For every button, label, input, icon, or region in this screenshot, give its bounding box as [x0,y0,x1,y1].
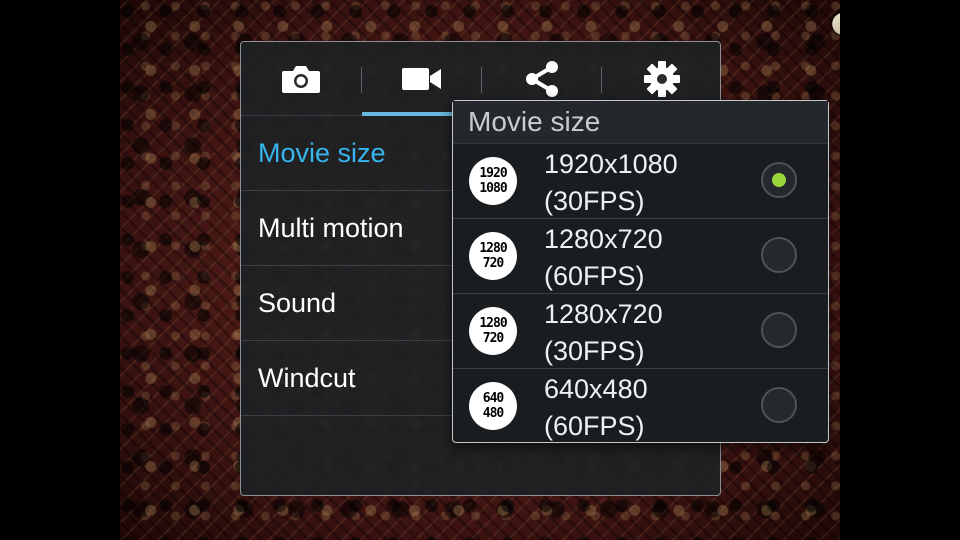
radio-button[interactable] [761,237,797,273]
camera-screen: Movie size Multi motion Sound Windcut Mo… [0,0,960,540]
movie-size-dialog: Movie size 1920 1080 1920x1080 (30FPS) 1… [452,100,829,443]
option-resolution: 1920x1080 [544,149,678,179]
radio-button[interactable] [761,312,797,348]
option-resolution: 1280x720 [544,299,663,329]
option-label: 640x480 (60FPS) [544,371,648,445]
option-framerate: (60FPS) [544,261,645,291]
option-label: 1280x720 (60FPS) [544,221,663,295]
option-1920x1080-30fps[interactable]: 1920 1080 1920x1080 (30FPS) [453,144,828,219]
resolution-icon-bottom: 1080 [479,181,507,196]
preview-object [828,0,840,39]
option-resolution: 640x480 [544,374,648,404]
option-1280x720-60fps[interactable]: 1280 720 1280x720 (60FPS) [453,219,828,294]
resolution-icon-bottom: 480 [482,406,505,421]
share-icon [524,60,560,98]
resolution-1280x720-icon: 1280 720 [469,232,517,280]
option-1280x720-30fps[interactable]: 1280 720 1280x720 (30FPS) [453,294,828,369]
menu-item-label: Sound [258,287,337,318]
option-framerate: (60FPS) [544,411,645,441]
radio-button[interactable] [761,387,797,423]
option-framerate: (30FPS) [544,186,645,216]
option-framerate: (30FPS) [544,336,645,366]
resolution-640x480-icon: 640 480 [469,382,517,430]
menu-item-label: Windcut [258,362,356,393]
option-640x480-60fps[interactable]: 640 480 640x480 (60FPS) [453,369,828,444]
resolution-icon-bottom: 720 [482,256,505,271]
option-label: 1920x1080 (30FPS) [544,146,678,220]
menu-item-label: Multi motion [258,212,404,243]
resolution-icon-top: 1280 [479,241,507,256]
radio-button-selected[interactable] [761,162,797,198]
option-label: 1280x720 (30FPS) [544,296,663,370]
resolution-icon-top: 640 [482,391,505,406]
gear-icon [643,60,681,98]
resolution-1280x720-icon: 1280 720 [469,307,517,355]
resolution-icon-bottom: 720 [482,331,505,346]
resolution-icon-top: 1920 [479,166,507,181]
video-camera-icon [401,66,443,92]
dialog-title: Movie size [453,101,828,144]
camera-icon [281,63,321,95]
tab-camera[interactable] [241,42,361,116]
resolution-1920x1080-icon: 1920 1080 [469,157,517,205]
menu-item-label: Movie size [258,137,386,168]
resolution-icon-top: 1280 [479,316,507,331]
option-resolution: 1280x720 [544,224,663,254]
